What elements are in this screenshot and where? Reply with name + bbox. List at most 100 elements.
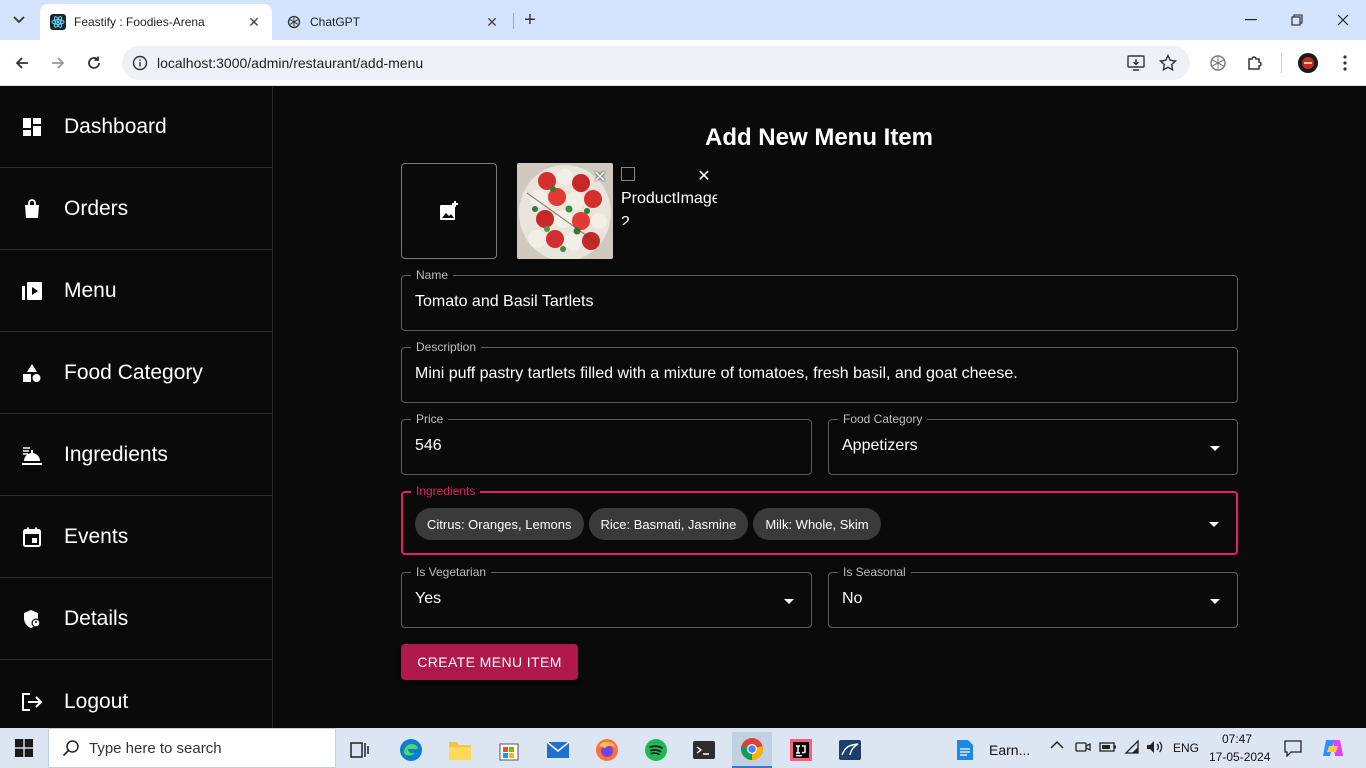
task-view-button[interactable] <box>340 732 380 768</box>
remove-image-1-button[interactable]: ✕ <box>590 167 610 187</box>
taskbar-spotify[interactable] <box>636 732 676 768</box>
browser-tab-strip: Feastify : Foodies-Arena ✕ ChatGPT ✕ + <box>0 0 1366 40</box>
windows-taskbar: Type here to search Earn... ENG 07:47 17… <box>0 728 1366 768</box>
sidebar-item-details[interactable]: Details <box>0 579 273 660</box>
food-category-value: Appetizers <box>842 437 918 454</box>
image-upload-button[interactable] <box>401 163 497 259</box>
restore-icon <box>1291 14 1303 26</box>
taskbar-mysql-workbench[interactable] <box>830 732 870 768</box>
notifications-icon[interactable] <box>1284 739 1302 760</box>
sidebar-item-food-category[interactable]: Food Category <box>0 333 273 414</box>
broken-image-alt-text: ProductImage 2 <box>621 190 717 225</box>
price-field[interactable]: Price 546 <box>401 412 812 475</box>
windows-logo-icon <box>15 739 33 757</box>
taskbar-store[interactable] <box>489 732 529 768</box>
is-seasonal-select[interactable]: Is Seasonal No <box>828 565 1238 628</box>
video-library-icon <box>20 279 44 303</box>
chevron-down-icon <box>13 16 25 24</box>
close-window-button[interactable] <box>1320 0 1366 40</box>
start-button[interactable] <box>0 728 48 768</box>
intellij-icon <box>790 739 812 761</box>
ingredients-multiselect[interactable]: Ingredients Citrus: Oranges, Lemons Rice… <box>401 484 1238 555</box>
ingredient-chip[interactable]: Citrus: Oranges, Lemons <box>415 508 584 540</box>
spotify-icon <box>645 739 667 761</box>
taskbar-file-explorer[interactable] <box>440 732 480 768</box>
event-icon <box>20 525 44 549</box>
ingredients-label: Ingredients <box>411 484 481 498</box>
taskbar-search-box[interactable]: Type here to search <box>48 728 336 768</box>
forward-button[interactable] <box>44 49 72 77</box>
restore-button[interactable] <box>1274 0 1320 40</box>
is-vegetarian-value: Yes <box>415 590 442 607</box>
search-placeholder: Type here to search <box>89 739 222 757</box>
broken-image-icon <box>621 167 635 181</box>
more-vertical-icon[interactable] <box>1333 51 1357 75</box>
description-field[interactable]: Description Mini puff pastry tartlets fi… <box>401 340 1238 403</box>
dropdown-arrow-icon[interactable] <box>1204 514 1224 534</box>
reload-button[interactable] <box>80 49 108 77</box>
description-label: Description <box>411 340 482 354</box>
document-icon <box>957 740 973 760</box>
new-tab-button[interactable]: + <box>519 9 541 31</box>
is-vegetarian-select[interactable]: Is Vegetarian Yes <box>401 565 812 628</box>
tab-chatgpt[interactable]: ChatGPT ✕ <box>276 4 510 40</box>
ingredient-chip[interactable]: Rice: Basmati, Jasmine <box>588 508 749 540</box>
name-label: Name <box>411 268 454 282</box>
sidebar-item-dashboard[interactable]: Dashboard <box>0 87 273 168</box>
add-photo-icon <box>440 201 458 220</box>
close-icon[interactable]: ✕ <box>482 12 502 32</box>
name-input[interactable]: Tomato and Basil Tartlets <box>415 293 593 311</box>
taskbar-document-app[interactable]: Earn... <box>955 732 1035 768</box>
sidebar-item-label: Menu <box>64 279 117 302</box>
taskbar-intellij[interactable] <box>781 732 821 768</box>
close-icon <box>1337 14 1349 26</box>
clock-date[interactable]: 17-05-2024 <box>1209 750 1270 764</box>
taskbar-terminal[interactable] <box>684 732 724 768</box>
taskbar-firefox[interactable] <box>587 732 627 768</box>
dropdown-arrow-icon[interactable] <box>1205 591 1225 611</box>
firefox-icon <box>596 739 618 761</box>
extensions-puzzle-icon[interactable] <box>1243 51 1267 75</box>
volume-icon[interactable] <box>1146 740 1164 757</box>
sidebar-item-events[interactable]: Events <box>0 497 273 578</box>
install-app-icon[interactable] <box>1124 51 1148 75</box>
chrome-icon <box>741 738 763 760</box>
wifi-icon[interactable] <box>1124 739 1140 757</box>
price-input[interactable]: 546 <box>415 437 442 455</box>
taskbar-edge[interactable] <box>391 732 431 768</box>
sidebar-item-menu[interactable]: Menu <box>0 251 273 332</box>
url-text: localhost:3000/admin/restaurant/add-menu <box>157 55 424 71</box>
profile-avatar-icon[interactable] <box>1296 51 1320 75</box>
close-icon[interactable]: ✕ <box>244 12 264 32</box>
tab-feastify[interactable]: Feastify : Foodies-Arena ✕ <box>40 4 272 40</box>
description-input[interactable]: Mini puff pastry tartlets filled with a … <box>415 365 1018 383</box>
clock-time[interactable]: 07:47 <box>1222 732 1252 746</box>
dropdown-arrow-icon[interactable] <box>1205 438 1225 458</box>
admin-sidebar: Dashboard Orders Menu Food Category Ingr… <box>0 87 273 728</box>
site-info-icon[interactable] <box>128 51 152 75</box>
show-hidden-icons-icon[interactable] <box>1050 739 1066 755</box>
tab-divider <box>513 13 514 29</box>
sidebar-item-ingredients[interactable]: Ingredients <box>0 415 273 496</box>
extension-openai-icon[interactable] <box>1206 51 1230 75</box>
copilot-icon[interactable] <box>1322 737 1344 762</box>
taskbar-chrome[interactable] <box>732 732 772 768</box>
tab-search-button[interactable] <box>6 8 32 32</box>
name-field[interactable]: Name Tomato and Basil Tartlets <box>401 268 1238 331</box>
mysql-workbench-icon <box>839 740 861 760</box>
dropdown-arrow-icon[interactable] <box>779 591 799 611</box>
ingredient-chip[interactable]: Milk: Whole, Skim <box>753 508 881 540</box>
language-indicator[interactable]: ENG <box>1173 741 1199 755</box>
address-bar[interactable]: localhost:3000/admin/restaurant/add-menu <box>122 46 1190 80</box>
back-button[interactable] <box>8 49 36 77</box>
remove-image-2-button[interactable]: ✕ <box>694 166 714 186</box>
create-menu-item-button[interactable]: CREATE MENU ITEM <box>401 644 578 680</box>
bookmark-star-icon[interactable] <box>1156 51 1180 75</box>
ingredient-chips: Citrus: Oranges, Lemons Rice: Basmati, J… <box>415 508 881 540</box>
minimize-button[interactable] <box>1228 0 1274 40</box>
battery-icon[interactable] <box>1099 741 1117 756</box>
meet-now-icon[interactable] <box>1075 740 1091 757</box>
sidebar-item-orders[interactable]: Orders <box>0 169 273 250</box>
taskbar-mail[interactable] <box>538 732 578 768</box>
food-category-select[interactable]: Food Category Appetizers <box>828 412 1238 475</box>
